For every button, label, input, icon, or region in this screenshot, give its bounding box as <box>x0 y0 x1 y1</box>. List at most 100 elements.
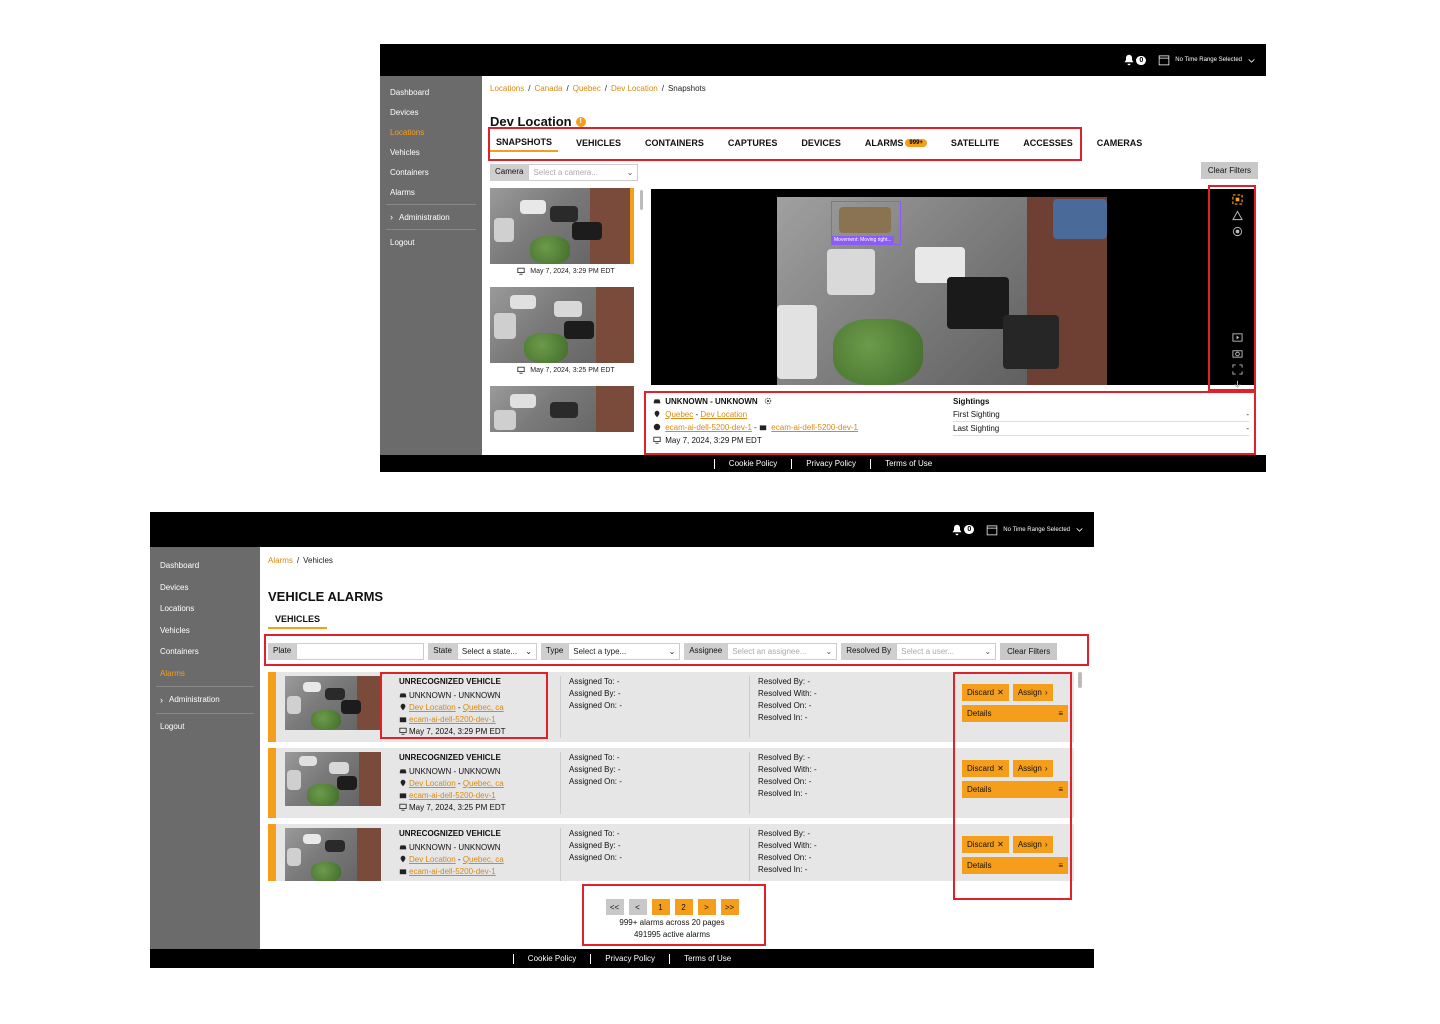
tab-vehicles[interactable]: VEHICLES <box>570 134 627 152</box>
target-button[interactable] <box>1231 225 1243 237</box>
breadcrumb-dev-location[interactable]: Dev Location <box>611 84 658 93</box>
sidebar-item-locations[interactable]: Locations <box>150 598 260 620</box>
location-link[interactable]: Dev Location <box>409 779 456 788</box>
snapshot-main-image[interactable]: Movement: Moving right... <box>777 197 1107 385</box>
snapshot-thumbnail-list[interactable]: May 7, 2024, 3:29 PM EDT May 7, 2024, 3:… <box>490 188 642 472</box>
tab-snapshots[interactable]: SNAPSHOTS <box>490 134 559 152</box>
details-button[interactable]: Details ≡ <box>962 857 1068 874</box>
download-button[interactable] <box>1231 379 1243 391</box>
assign-button[interactable]: Assign › <box>1012 836 1053 853</box>
privacy-policy-link[interactable]: Privacy Policy <box>806 459 856 468</box>
sidebar-item-locations[interactable]: Locations <box>380 122 482 142</box>
time-range-selector[interactable]: No Time Range Selected <box>1158 54 1256 66</box>
camera-select[interactable]: Select a camera... ⌄ <box>528 164 639 181</box>
snapshot-thumbnail[interactable]: May 7, 2024, 3:29 PM EDT <box>490 188 642 275</box>
type-select[interactable]: Select a type... ⌄ <box>568 643 681 660</box>
breadcrumb-alarms[interactable]: Alarms <box>268 556 293 565</box>
sidebar-item-devices[interactable]: Devices <box>150 577 260 599</box>
sidebar-item-administration[interactable]: › Administration <box>150 689 260 711</box>
sidebar-item-vehicles[interactable]: Vehicles <box>380 142 482 162</box>
discard-button[interactable]: Discard ✕ <box>962 836 1009 853</box>
sidebar-item-administration[interactable]: › Administration <box>380 207 482 227</box>
region-link[interactable]: Quebec, ca <box>463 855 504 864</box>
alarm-row[interactable]: UNRECOGNIZED VEHICLE UNKNOWN - UNKNOWN D… <box>268 824 1074 881</box>
sidebar-item-dashboard[interactable]: Dashboard <box>380 82 482 102</box>
assignee-select[interactable]: Select an assignee... ⌄ <box>727 643 838 660</box>
tab-accesses[interactable]: ACCESSES <box>1017 134 1079 152</box>
terms-of-use-link[interactable]: Terms of Use <box>684 954 731 963</box>
sidebar-item-dashboard[interactable]: Dashboard <box>150 555 260 577</box>
alarm-thumbnail[interactable] <box>285 752 381 806</box>
sidebar-item-containers[interactable]: Containers <box>380 162 482 182</box>
device-link[interactable]: ecam-ai-dell-5200-dev-1 <box>665 423 752 432</box>
tab-alarms[interactable]: ALARMS 999+ <box>859 134 933 152</box>
sidebar-item-devices[interactable]: Devices <box>380 102 482 122</box>
camera-view-button[interactable] <box>1231 347 1243 359</box>
location-link[interactable]: Dev Location <box>700 410 747 419</box>
resolved-by-select[interactable]: Select a user... ⌄ <box>896 643 997 660</box>
assign-button[interactable]: Assign › <box>1012 760 1053 777</box>
region-link[interactable]: Quebec, ca <box>463 779 504 788</box>
warning-icon[interactable]: ! <box>575 116 586 127</box>
page-1-button[interactable]: 1 <box>651 899 670 915</box>
camera-link[interactable]: ecam-ai-dell-5200-dev-1 <box>409 715 496 724</box>
alarm-list-scrollbar[interactable] <box>1078 672 1082 688</box>
sidebar-item-logout[interactable]: Logout <box>380 232 482 252</box>
assign-button[interactable]: Assign › <box>1012 684 1053 701</box>
page-2-button[interactable]: 2 <box>674 899 693 915</box>
play-video-button[interactable] <box>1231 331 1243 343</box>
location-link[interactable]: Dev Location <box>409 855 456 864</box>
alert-zone-button[interactable] <box>1231 209 1243 221</box>
breadcrumb-quebec[interactable]: Quebec <box>573 84 601 93</box>
alarm-thumbnail[interactable] <box>285 676 381 730</box>
sidebar-item-vehicles[interactable]: Vehicles <box>150 620 260 642</box>
privacy-policy-link[interactable]: Privacy Policy <box>605 954 655 963</box>
clear-filters-button[interactable]: Clear Filters <box>1200 162 1258 179</box>
discard-button[interactable]: Discard ✕ <box>962 684 1009 701</box>
settings-gear-icon[interactable] <box>764 397 772 405</box>
sidebar-item-logout[interactable]: Logout <box>150 716 260 738</box>
breadcrumb-canada[interactable]: Canada <box>534 84 562 93</box>
thumbnail-scrollbar[interactable] <box>640 190 643 210</box>
time-range-selector[interactable]: No Time Range Selected <box>986 524 1084 536</box>
last-page-button[interactable]: >> <box>720 899 739 915</box>
tab-devices[interactable]: DEVICES <box>795 134 847 152</box>
tab-vehicles[interactable]: VEHICLES <box>268 611 328 629</box>
first-page-button[interactable]: << <box>605 899 624 915</box>
alarm-thumbnail[interactable] <box>285 828 381 881</box>
prev-page-button[interactable]: < <box>628 899 647 915</box>
cookie-policy-link[interactable]: Cookie Policy <box>528 954 576 963</box>
location-link[interactable]: Dev Location <box>409 703 456 712</box>
camera-link[interactable]: ecam-ai-dell-5200-dev-1 <box>409 867 496 876</box>
snapshot-thumbnail[interactable] <box>490 386 642 432</box>
region-link[interactable]: Quebec, ca <box>463 703 504 712</box>
region-link[interactable]: Quebec <box>665 410 693 419</box>
discard-button[interactable]: Discard ✕ <box>962 760 1009 777</box>
sidebar-item-alarms[interactable]: Alarms <box>150 663 260 685</box>
clear-filters-button[interactable]: Clear Filters <box>1000 643 1058 660</box>
sidebar-item-containers[interactable]: Containers <box>150 641 260 663</box>
tab-cameras[interactable]: CAMERAS <box>1091 134 1149 152</box>
sidebar-item-alarms[interactable]: Alarms <box>380 182 482 202</box>
tab-captures[interactable]: CAPTURES <box>722 134 784 152</box>
fullscreen-button[interactable] <box>1231 363 1243 375</box>
tab-containers[interactable]: CONTAINERS <box>639 134 710 152</box>
tab-satellite[interactable]: SATELLITE <box>945 134 1005 152</box>
camera-link[interactable]: ecam-ai-dell-5200-dev-1 <box>409 791 496 800</box>
details-button[interactable]: Details ≡ <box>962 705 1068 722</box>
state-select[interactable]: Select a state... ⌄ <box>456 643 537 660</box>
terms-of-use-link[interactable]: Terms of Use <box>885 459 932 468</box>
detection-box[interactable]: Movement: Moving right... <box>831 201 901 245</box>
next-page-button[interactable]: > <box>697 899 716 915</box>
detection-toggle-button[interactable] <box>1231 193 1243 205</box>
cookie-policy-link[interactable]: Cookie Policy <box>729 459 777 468</box>
camera-link[interactable]: ecam-ai-dell-5200-dev-1 <box>771 423 858 432</box>
alarm-row[interactable]: UNRECOGNIZED VEHICLE UNKNOWN - UNKNOWN D… <box>268 748 1074 818</box>
details-button[interactable]: Details ≡ <box>962 781 1068 798</box>
notifications-button[interactable]: 0 <box>1123 54 1147 66</box>
notifications-button[interactable]: 0 <box>951 524 975 536</box>
snapshot-thumbnail[interactable]: May 7, 2024, 3:25 PM EDT <box>490 287 642 374</box>
plate-input[interactable] <box>296 643 425 660</box>
alarm-row[interactable]: UNRECOGNIZED VEHICLE UNKNOWN - UNKNOWN D… <box>268 672 1074 742</box>
breadcrumb-locations[interactable]: Locations <box>490 84 524 93</box>
